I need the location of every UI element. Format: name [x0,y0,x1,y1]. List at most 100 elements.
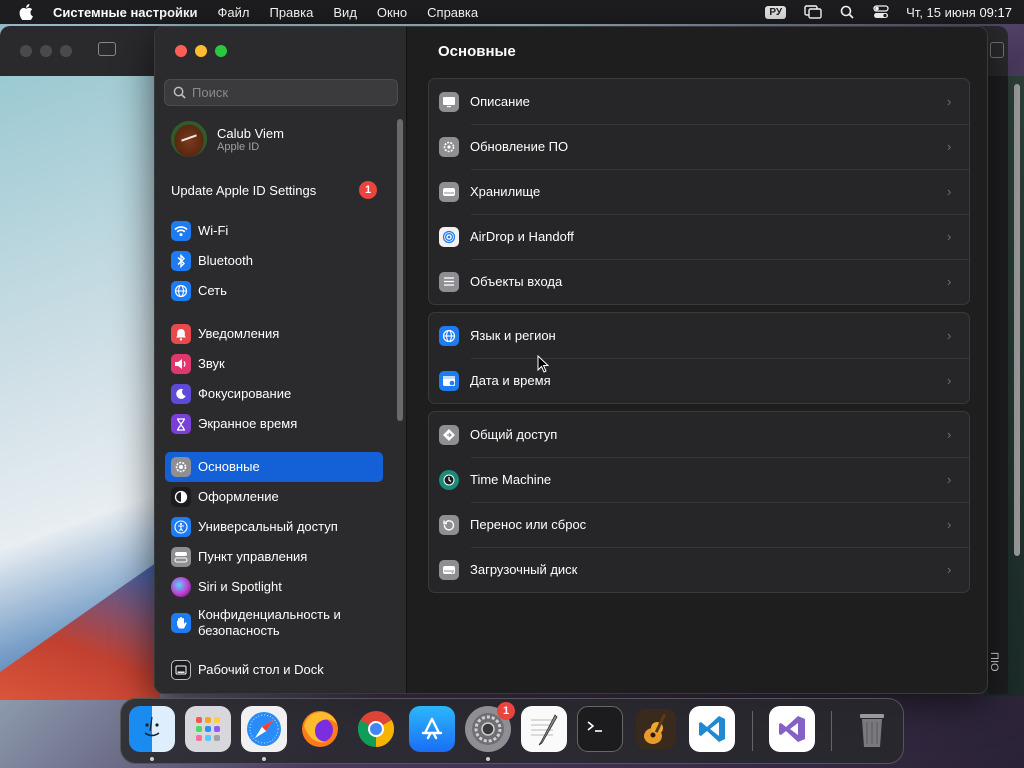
row-storage[interactable]: Хранилище › [429,169,969,214]
gear-icon [171,457,191,477]
sidebar-item-notifications[interactable]: Уведомления [165,319,383,349]
sidebar-item-network[interactable]: Сеть [165,276,383,306]
chevron-right-icon: › [947,373,952,388]
row-sharing[interactable]: Общий доступ › [429,412,969,457]
search-icon[interactable] [838,5,856,19]
trash-icon[interactable] [849,706,895,752]
row-software-update[interactable]: Обновление ПО › [429,124,969,169]
sidebar-item-control-center[interactable]: Пункт управления [165,542,383,572]
sidebar-toggle-icon [98,42,116,56]
clock[interactable]: Чт, 15 июня 09:17 [906,5,1012,20]
launchpad-icon[interactable] [185,706,231,752]
sidebar-item-privacy-security[interactable]: Конфиденциальность и безопасность [165,602,383,644]
row-transfer-reset[interactable]: Перенос или сброс › [429,502,969,547]
background-window-edge [988,76,1008,694]
sidebar-item-label: Рабочий стол и Dock [198,662,324,677]
row-startup-disk[interactable]: Загрузочный диск › [429,547,969,592]
dock-separator [831,711,832,751]
settings-window: Calub Viem Apple ID Update Apple ID Sett… [154,26,988,694]
terminal-icon[interactable] [577,706,623,752]
chevron-right-icon: › [947,94,952,109]
moon-icon [171,384,191,404]
menu-help[interactable]: Справка [427,5,478,20]
background-window-text: ΠΙΟ [988,652,1000,672]
control-center-icon [171,547,191,567]
row-label: Объекты входа [470,274,563,289]
sidebar: Calub Viem Apple ID Update Apple ID Sett… [155,27,407,693]
sidebar-item-sound[interactable]: Звук [165,349,383,379]
sidebar-item-wifi[interactable]: Wi-Fi [165,216,383,246]
calendar-icon [439,370,459,391]
dock: 1 [120,698,904,764]
running-indicator [262,757,266,761]
control-center-icon[interactable] [872,5,890,19]
chevron-right-icon: › [947,274,952,289]
time-machine-icon [439,469,459,490]
row-login-items[interactable]: Объекты входа › [429,259,969,304]
notification-badge: 1 [497,702,515,720]
row-label: Описание [470,94,530,109]
sidebar-item-desktop-dock[interactable]: Рабочий стол и Dock [165,655,383,685]
row-label: Обновление ПО [470,139,569,154]
sidebar-scrollbar[interactable] [397,119,403,421]
menu-edit[interactable]: Правка [269,5,313,20]
menu-view[interactable]: Вид [333,5,357,20]
textedit-icon[interactable] [521,706,567,752]
mouse-cursor-icon [537,355,549,373]
menu-app-name[interactable]: Системные настройки [53,5,198,20]
running-indicator [150,757,154,761]
sidebar-item-label: Звук [198,356,225,371]
chevron-right-icon: › [947,472,952,487]
garageband-icon[interactable] [633,706,679,752]
copy-icon [990,42,1004,58]
row-language-region[interactable]: Язык и регион › [429,313,969,358]
safari-icon[interactable] [241,706,287,752]
hourglass-icon [171,414,191,434]
menu-bar: Системные настройки Файл Правка Вид Окно… [0,0,1024,24]
apple-id-profile[interactable]: Calub Viem Apple ID [171,121,284,157]
sidebar-item-label: Сеть [198,283,227,298]
row-date-time[interactable]: Дата и время › [429,358,969,403]
menu-window[interactable]: Окно [377,5,407,20]
minimize-button[interactable] [195,45,207,57]
firefox-icon[interactable] [297,706,343,752]
sidebar-item-screen-time[interactable]: Экранное время [165,409,383,439]
app-store-icon[interactable] [409,706,455,752]
gear-update-icon [439,136,459,157]
speaker-icon [171,354,191,374]
page-title: Основные [438,43,516,60]
row-label: Общий доступ [470,427,558,442]
finder-icon[interactable] [129,706,175,752]
update-apple-id-label: Update Apple ID Settings [171,182,317,198]
chevron-right-icon: › [947,517,952,532]
row-airdrop-handoff[interactable]: AirDrop и Handoff › [429,214,969,259]
content-pane: Основные Описание › Обновление ПО › Хран… [408,27,987,693]
sidebar-item-bluetooth[interactable]: Bluetooth [165,246,383,276]
sidebar-item-accessibility[interactable]: Универсальный доступ [165,512,383,542]
search-input[interactable] [192,85,382,100]
screen-mirroring-icon[interactable] [804,5,822,19]
sidebar-item-appearance[interactable]: Оформление [165,482,383,512]
search-field[interactable] [164,79,398,106]
close-button[interactable] [175,45,187,57]
vscode-icon[interactable] [689,706,735,752]
row-about[interactable]: Описание › [429,79,969,124]
profile-name: Calub Viem [217,125,284,141]
reset-icon [439,514,459,535]
menu-file[interactable]: Файл [218,5,250,20]
sidebar-item-focus[interactable]: Фокусирование [165,379,383,409]
input-source-badge[interactable]: РУ [765,5,787,19]
wifi-icon [171,221,191,241]
visual-studio-icon[interactable] [769,706,815,752]
update-apple-id-row[interactable]: Update Apple ID Settings 1 [171,181,377,199]
zoom-button[interactable] [215,45,227,57]
apple-menu-icon[interactable] [18,4,34,20]
sidebar-item-siri-spotlight[interactable]: Siri и Spotlight [165,572,383,602]
sidebar-item-label: Экранное время [198,416,298,431]
chrome-icon[interactable] [353,706,399,752]
row-time-machine[interactable]: Time Machine › [429,457,969,502]
settings-group-sharing: Общий доступ › Time Machine › Перенос ил… [428,411,970,593]
sidebar-item-label: Wi-Fi [198,223,229,238]
sidebar-item-general[interactable]: Основные [165,452,383,482]
system-settings-icon[interactable]: 1 [465,702,515,752]
